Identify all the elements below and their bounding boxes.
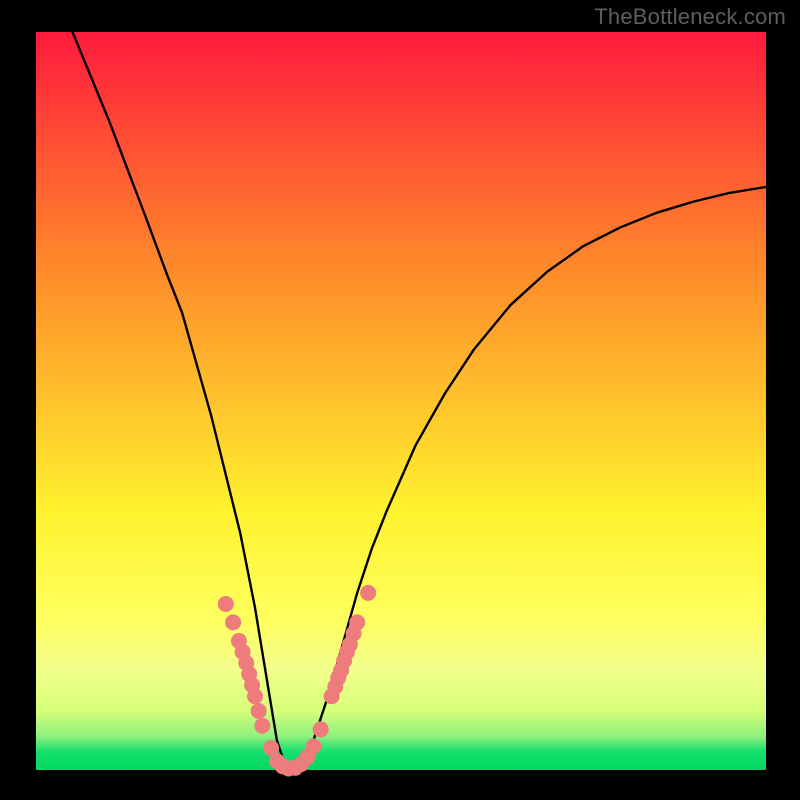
highlight-dot <box>349 614 365 630</box>
highlight-dot <box>313 721 329 737</box>
highlight-dot <box>305 738 321 754</box>
bottleneck-plot <box>0 0 800 800</box>
watermark-label: TheBottleneck.com <box>594 4 786 30</box>
gradient-background <box>36 32 766 770</box>
highlight-dot <box>247 688 263 704</box>
highlight-dot <box>225 614 241 630</box>
highlight-dot <box>254 718 270 734</box>
highlight-dot <box>218 596 234 612</box>
highlight-dot <box>360 585 376 601</box>
chart-frame: TheBottleneck.com <box>0 0 800 800</box>
highlight-dot <box>251 703 267 719</box>
